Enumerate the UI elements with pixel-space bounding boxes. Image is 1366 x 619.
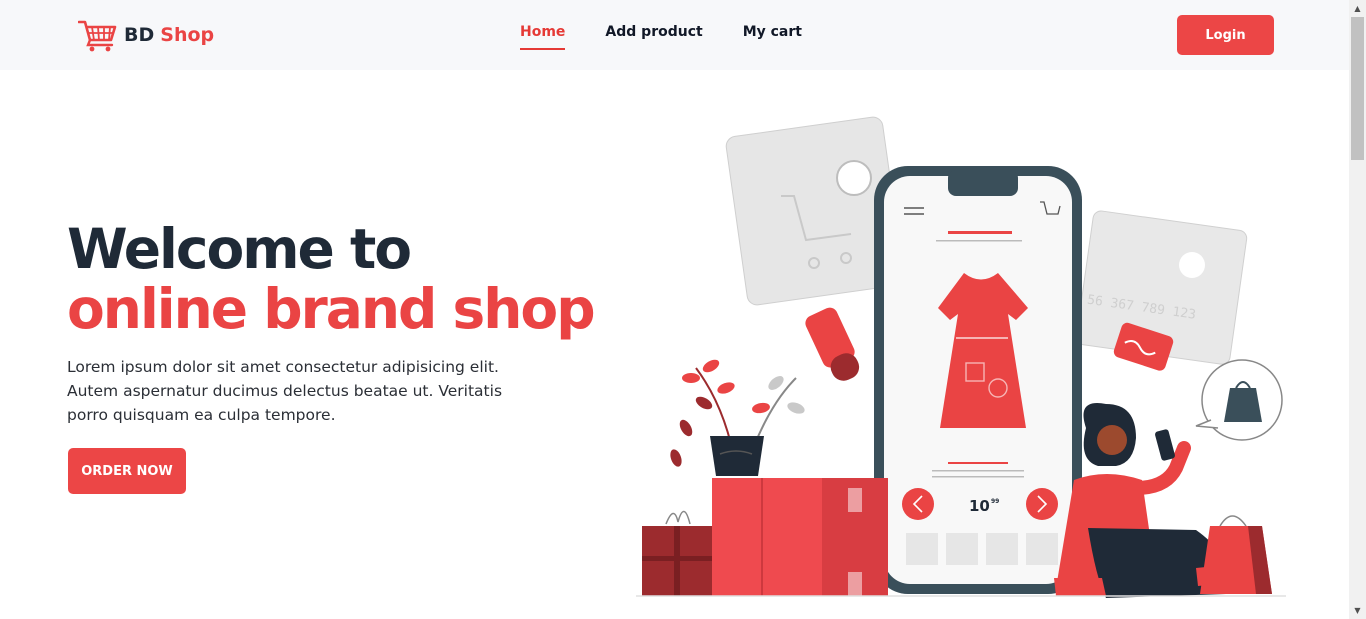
hero-title-line1: Welcome to xyxy=(67,217,412,281)
nav-links: Home Add product My cart xyxy=(520,24,842,50)
sock-illustration xyxy=(805,307,860,381)
shopping-cart-icon xyxy=(78,20,117,52)
phone-illustration: 10 99 xyxy=(874,166,1082,594)
shopping-bag-illustration xyxy=(1200,515,1272,594)
svg-text:99: 99 xyxy=(991,498,999,505)
nav-link-add-product[interactable]: Add product xyxy=(605,24,702,50)
scroll-down-arrow-icon[interactable]: ▼ xyxy=(1349,602,1366,619)
svg-text:10: 10 xyxy=(969,497,990,515)
gift-boxes-illustration xyxy=(642,478,888,596)
brand-logo[interactable]: BD Shop xyxy=(78,17,214,53)
hero-description: Lorem ipsum dolor sit amet consectetur a… xyxy=(67,358,503,424)
login-button[interactable]: Login xyxy=(1177,15,1274,55)
brand-name-bd: BD xyxy=(124,24,155,46)
scroll-up-arrow-icon[interactable]: ▲ xyxy=(1349,0,1366,17)
navbar: BD Shop Home Add product My cart Login xyxy=(0,0,1349,70)
page-scrollbar[interactable]: ▲ ▼ xyxy=(1349,0,1366,619)
order-now-button[interactable]: ORDER NOW xyxy=(68,448,186,494)
speech-bubble-illustration xyxy=(1195,359,1283,441)
nav-link-my-cart[interactable]: My cart xyxy=(743,24,802,50)
hero-illustration: 56 367 789 123 10 99 xyxy=(636,116,1286,598)
scrollbar-thumb[interactable] xyxy=(1351,17,1364,160)
brand-name-shop: Shop xyxy=(160,24,215,46)
hero-title-line2: online brand shop xyxy=(67,277,596,341)
nav-link-home[interactable]: Home xyxy=(520,24,566,50)
plant-illustration xyxy=(670,359,805,476)
